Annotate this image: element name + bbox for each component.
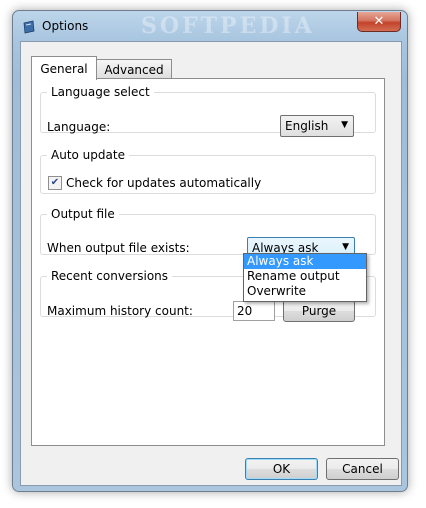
ok-button[interactable]: OK (245, 458, 318, 480)
window-title: Options (42, 19, 89, 33)
purge-button[interactable]: Purge (283, 300, 355, 322)
auto-update-group-legend: Auto update (51, 148, 125, 162)
dropdown-option-overwrite[interactable]: Overwrite (244, 284, 366, 299)
dropdown-option-rename-output[interactable]: Rename output (244, 269, 366, 284)
recent-conversions-legend: Recent conversions (51, 269, 169, 283)
history-count-label: Maximum history count: (47, 304, 193, 318)
language-group-legend: Language select (51, 85, 150, 99)
options-window: Options SOFTPEDIA ✕ General Advanced Lan… (12, 10, 408, 492)
auto-update-group: Auto update ✔ Check for updates automati… (40, 148, 376, 194)
check-updates-label[interactable]: Check for updates automatically (66, 176, 261, 190)
history-count-value: 20 (237, 304, 253, 318)
history-count-spinner[interactable]: 20 (233, 301, 275, 321)
output-file-group-legend: Output file (51, 207, 115, 221)
purge-button-label: Purge (301, 304, 337, 318)
output-file-group: Output file When output file exists: Alw… (40, 207, 376, 259)
language-value: English (285, 119, 329, 133)
ok-button-label: OK (272, 462, 291, 476)
tab-general[interactable]: General (31, 56, 97, 80)
language-group: Language select Language: English ▼ (40, 85, 376, 137)
check-updates-checkbox[interactable]: ✔ (48, 176, 62, 190)
cancel-button[interactable]: Cancel (326, 458, 399, 480)
tab-advanced-label: Advanced (104, 63, 164, 77)
output-exists-label: When output file exists: (47, 241, 190, 255)
watermark: SOFTPEDIA (141, 13, 315, 39)
options-app-icon (23, 20, 35, 34)
tab-advanced[interactable]: Advanced (96, 59, 172, 80)
checkmark-icon: ✔ (50, 177, 60, 188)
tab-general-label: General (40, 61, 88, 76)
dropdown-option-always-ask[interactable]: Always ask (244, 254, 366, 269)
chevron-down-icon: ▼ (341, 120, 348, 130)
cancel-button-label: Cancel (342, 462, 383, 476)
title-bar[interactable]: Options SOFTPEDIA ✕ (13, 11, 407, 41)
language-label: Language: (47, 120, 111, 134)
close-icon: ✕ (373, 14, 385, 29)
language-select[interactable]: English ▼ (280, 115, 354, 137)
chevron-down-icon: ▼ (342, 242, 349, 252)
close-button[interactable]: ✕ (357, 12, 401, 32)
output-exists-dropdown-list: Always ask Rename output Overwrite (243, 253, 367, 302)
